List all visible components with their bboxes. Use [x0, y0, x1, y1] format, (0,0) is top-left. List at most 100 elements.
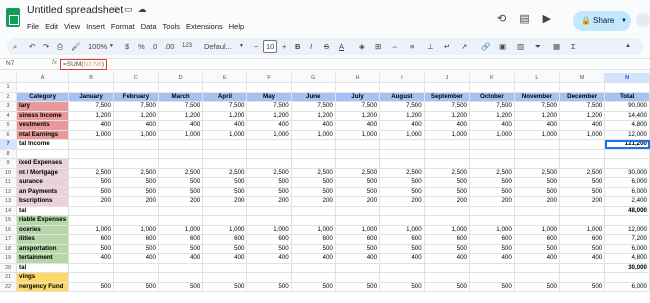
- menu-extensions[interactable]: Extensions: [186, 22, 223, 31]
- cell[interactable]: [604, 82, 650, 93]
- cell[interactable]: 2,500: [158, 168, 204, 178]
- cell[interactable]: 200: [379, 196, 425, 207]
- cell[interactable]: [514, 263, 561, 273]
- cell[interactable]: 2,500: [559, 168, 606, 178]
- vertical-align-icon[interactable]: ⊥: [427, 40, 434, 53]
- cell[interactable]: 7,500: [291, 101, 336, 112]
- currency-format-button[interactable]: $: [125, 40, 129, 53]
- cell[interactable]: 1,000: [113, 225, 159, 235]
- cell[interactable]: [514, 149, 561, 159]
- filter-icon[interactable]: ⏷: [535, 40, 541, 53]
- cell[interactable]: [158, 215, 204, 226]
- cell[interactable]: 500: [469, 282, 515, 292]
- cell[interactable]: 2,500: [514, 168, 561, 178]
- cell[interactable]: [559, 263, 606, 273]
- cell[interactable]: [469, 139, 515, 150]
- cell[interactable]: [246, 158, 292, 169]
- row-header[interactable]: 13: [0, 196, 18, 207]
- cell[interactable]: [559, 139, 606, 150]
- cell[interactable]: 500: [469, 244, 515, 254]
- cell[interactable]: [246, 263, 292, 273]
- cell[interactable]: 600: [158, 234, 204, 245]
- cell[interactable]: 7,500: [202, 101, 248, 112]
- cell[interactable]: 500: [424, 177, 471, 188]
- cell[interactable]: 500: [379, 282, 425, 292]
- cell[interactable]: 500: [202, 177, 248, 188]
- row-header[interactable]: 4: [0, 111, 18, 121]
- cell[interactable]: [514, 82, 561, 93]
- cell[interactable]: [158, 82, 204, 93]
- spreadsheet-grid[interactable]: ABCDEFGHIJKLMN 1 2 Category January February…: [0, 73, 650, 303]
- cell[interactable]: 500: [158, 244, 204, 254]
- search-menus-icon[interactable]: ⌕: [13, 40, 17, 53]
- menu-tools[interactable]: Tools: [163, 22, 181, 31]
- cell[interactable]: [469, 272, 515, 283]
- cell[interactable]: 1,200: [379, 111, 425, 121]
- cell[interactable]: riable Expenses: [16, 215, 70, 226]
- cell[interactable]: 500: [68, 187, 114, 197]
- redo-icon[interactable]: ↷: [43, 40, 49, 53]
- cell[interactable]: 600: [291, 234, 336, 245]
- collapse-toolbar-icon[interactable]: ▲: [625, 40, 631, 53]
- text-wrapping-icon[interactable]: ↵: [444, 40, 450, 53]
- cell[interactable]: [469, 263, 515, 273]
- cell[interactable]: nergency Fund: [16, 282, 70, 292]
- cell[interactable]: [158, 263, 204, 273]
- cell[interactable]: 500: [158, 187, 204, 197]
- cell[interactable]: [379, 82, 425, 93]
- cell[interactable]: 7,200: [604, 234, 650, 245]
- row-header[interactable]: 10: [0, 168, 18, 178]
- formula-input[interactable]: =SUM(N3:N6): [60, 59, 108, 70]
- column-header-l[interactable]: L: [514, 73, 561, 83]
- column-header-j[interactable]: J: [424, 73, 471, 83]
- cell[interactable]: [202, 82, 248, 93]
- filter-views-icon[interactable]: ▦: [553, 40, 560, 53]
- cell[interactable]: 1,000: [379, 130, 425, 140]
- cell[interactable]: 600: [514, 234, 561, 245]
- cell[interactable]: 500: [246, 282, 292, 292]
- cell[interactable]: 600: [559, 234, 606, 245]
- cell[interactable]: tertainment: [16, 253, 70, 264]
- cell[interactable]: 500: [291, 187, 336, 197]
- row-header[interactable]: 14: [0, 206, 18, 216]
- cell[interactable]: 500: [158, 282, 204, 292]
- cell[interactable]: 14,400: [604, 111, 650, 121]
- column-header-k[interactable]: K: [469, 73, 515, 83]
- cell[interactable]: 500: [559, 187, 606, 197]
- cell[interactable]: 500: [113, 244, 159, 254]
- cell[interactable]: [379, 139, 425, 150]
- column-header-h[interactable]: H: [335, 73, 381, 83]
- cell[interactable]: [379, 272, 425, 283]
- italic-button[interactable]: I: [310, 40, 312, 53]
- comments-icon[interactable]: ▤: [519, 13, 529, 25]
- cell[interactable]: 200: [246, 196, 292, 207]
- cell[interactable]: 1,000: [424, 225, 471, 235]
- functions-icon[interactable]: Σ: [571, 40, 576, 53]
- cell[interactable]: [604, 158, 650, 169]
- cell[interactable]: 500: [514, 244, 561, 254]
- cell[interactable]: 400: [68, 253, 114, 264]
- cell[interactable]: [246, 82, 292, 93]
- decrease-decimal-button[interactable]: .0: [151, 40, 157, 53]
- cell[interactable]: [514, 139, 561, 150]
- cell[interactable]: 30,000: [604, 168, 650, 178]
- cell[interactable]: [246, 215, 292, 226]
- cell[interactable]: 500: [113, 282, 159, 292]
- cell[interactable]: [469, 82, 515, 93]
- cell[interactable]: ixed Expenses: [16, 158, 70, 169]
- strikethrough-button[interactable]: S: [324, 40, 329, 53]
- cell[interactable]: 400: [202, 253, 248, 264]
- cell[interactable]: [559, 206, 606, 216]
- cell[interactable]: [158, 206, 204, 216]
- cell[interactable]: 1,200: [335, 111, 381, 121]
- cell[interactable]: [246, 149, 292, 159]
- column-header-i[interactable]: I: [379, 73, 425, 83]
- cell[interactable]: 500: [559, 177, 606, 188]
- cell[interactable]: [291, 158, 336, 169]
- insert-comment-icon[interactable]: ▣: [499, 40, 506, 53]
- cell[interactable]: 2,400: [604, 196, 650, 207]
- cell[interactable]: [335, 158, 381, 169]
- cell[interactable]: 600: [68, 234, 114, 245]
- name-box[interactable]: N7: [6, 60, 14, 67]
- cell[interactable]: [68, 263, 114, 273]
